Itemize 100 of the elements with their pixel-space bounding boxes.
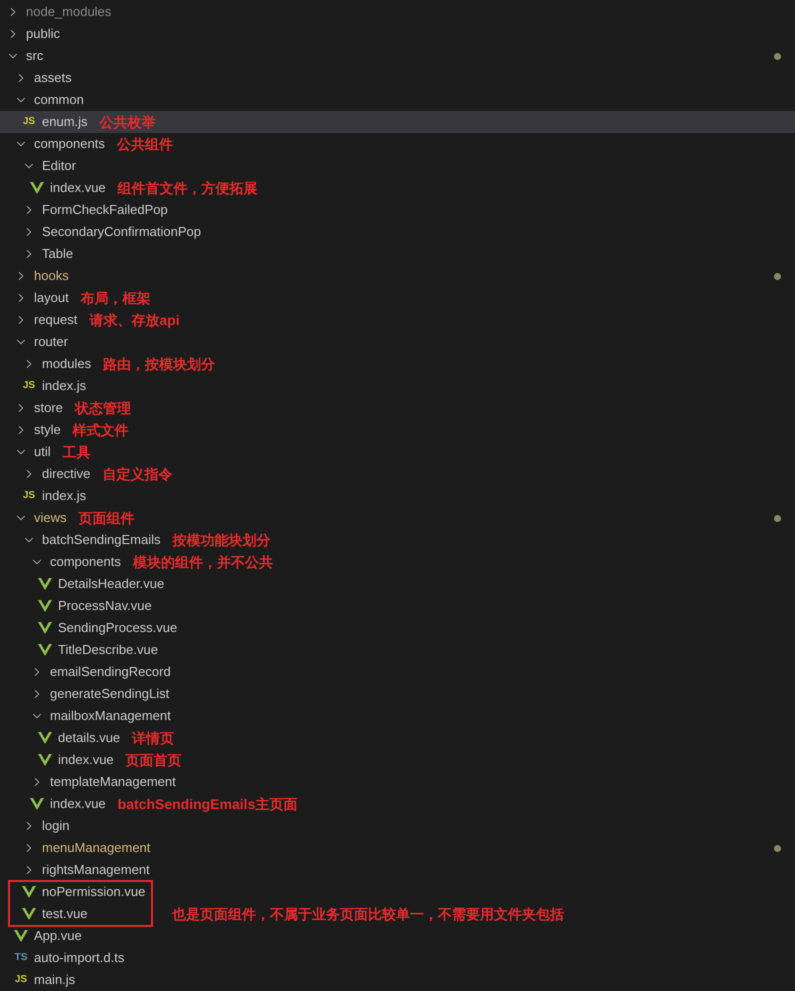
tree-row[interactable]: Editor	[0, 155, 795, 177]
tree-row[interactable]: src	[0, 45, 795, 67]
tree-row[interactable]: assets	[0, 67, 795, 89]
tree-row[interactable]: Table	[0, 243, 795, 265]
tree-row[interactable]: emailSendingRecord	[0, 661, 795, 683]
tree-row[interactable]: request 请求、存放api	[0, 309, 795, 331]
tree-row[interactable]: index.vue 页面首页	[0, 749, 795, 771]
tree-row[interactable]: generateSendingList	[0, 683, 795, 705]
file-name: index.vue	[50, 795, 106, 814]
file-name: test.vue	[42, 905, 89, 924]
folder-name: emailSendingRecord	[50, 663, 171, 682]
folder-name: router	[34, 333, 68, 352]
annotation-text: 也是页面组件，不属于业务页面比较单一，不需要用文件夹包括	[172, 904, 564, 924]
js-icon: JS	[22, 381, 36, 391]
tree-row[interactable]: style 样式文件	[0, 419, 795, 441]
folder-name: mailboxManagement	[50, 707, 171, 726]
file-name: index.js	[42, 487, 86, 506]
folder-name: node_modules	[26, 3, 112, 22]
file-name: ProcessNav.vue	[58, 597, 152, 616]
file-name: details.vue	[58, 729, 120, 748]
folder-name: public	[26, 25, 60, 44]
file-name: main.js	[34, 971, 76, 990]
vue-icon	[22, 886, 36, 898]
folder-name: generateSendingList	[50, 685, 170, 704]
tree-row[interactable]: JS index.js	[0, 485, 795, 507]
annotation-text: 按模功能块划分	[172, 530, 271, 550]
folder-name: Editor	[42, 157, 76, 176]
tree-row[interactable]: JS main.js	[0, 969, 795, 991]
file-name: noPermission.vue	[42, 883, 146, 902]
folder-name: layout	[34, 289, 69, 308]
tree-row[interactable]: router	[0, 331, 795, 353]
tree-row[interactable]: SendingProcess.vue	[0, 617, 795, 639]
folder-name: menuManagement	[42, 839, 150, 858]
tree-row[interactable]: JS index.js	[0, 375, 795, 397]
vue-icon	[38, 600, 52, 612]
tree-row[interactable]: public	[0, 23, 795, 45]
tree-row[interactable]: FormCheckFailedPop	[0, 199, 795, 221]
annotation-text: 公共枚举	[100, 112, 156, 132]
vue-icon	[38, 732, 52, 744]
tree-row[interactable]: menuManagement	[0, 837, 795, 859]
tree-row[interactable]: views 页面组件	[0, 507, 795, 529]
annotation-text: 组件首文件，方便拓展	[118, 178, 258, 198]
tree-row[interactable]: directive 自定义指令	[0, 463, 795, 485]
tree-row[interactable]: layout 布局，框架	[0, 287, 795, 309]
tree-row[interactable]: TS auto-import.d.ts	[0, 947, 795, 969]
tree-row[interactable]: components 公共组件	[0, 133, 795, 155]
file-name: enum.js	[42, 113, 88, 132]
tree-row[interactable]: modules 路由，按模块划分	[0, 353, 795, 375]
tree-row[interactable]: DetailsHeader.vue	[0, 573, 795, 595]
tree-row[interactable]: JS enum.js 公共枚举	[0, 111, 795, 133]
folder-name: store	[34, 399, 63, 418]
folder-name: assets	[34, 69, 72, 88]
tree-row[interactable]: noPermission.vue	[0, 881, 795, 903]
tree-row[interactable]: App.vue	[0, 925, 795, 947]
tree-row[interactable]: details.vue 详情页	[0, 727, 795, 749]
tree-row[interactable]: node_modules	[0, 1, 795, 23]
file-name: index.vue	[50, 179, 106, 198]
tree-row[interactable]: rightsManagement	[0, 859, 795, 881]
folder-name: views	[34, 509, 67, 528]
tree-row[interactable]: TitleDescribe.vue	[0, 639, 795, 661]
folder-name: batchSendingEmails	[42, 531, 161, 550]
tree-row[interactable]: util 工具	[0, 441, 795, 463]
vue-icon	[22, 908, 36, 920]
tree-row[interactable]: ProcessNav.vue	[0, 595, 795, 617]
file-name: auto-import.d.ts	[34, 949, 124, 968]
file-name: App.vue	[34, 927, 82, 946]
tree-row[interactable]: test.vue 也是页面组件，不属于业务页面比较单一，不需要用文件夹包括	[0, 903, 795, 925]
vue-icon	[38, 644, 52, 656]
folder-name: components	[50, 553, 121, 572]
folder-name: FormCheckFailedPop	[42, 201, 168, 220]
vue-icon	[38, 622, 52, 634]
folder-name: components	[34, 135, 105, 154]
file-name: TitleDescribe.vue	[58, 641, 158, 660]
folder-name: util	[34, 443, 51, 462]
tree-row[interactable]: templateManagement	[0, 771, 795, 793]
tree-row[interactable]: SecondaryConfirmationPop	[0, 221, 795, 243]
folder-name: templateManagement	[50, 773, 176, 792]
file-name: SendingProcess.vue	[58, 619, 178, 638]
tree-row[interactable]: login	[0, 815, 795, 837]
tree-row[interactable]: common	[0, 89, 795, 111]
ts-icon: TS	[14, 953, 28, 963]
file-name: index.vue	[58, 751, 114, 770]
vue-icon	[38, 754, 52, 766]
annotation-text: 布局，框架	[80, 288, 151, 308]
js-icon: JS	[22, 117, 36, 127]
tree-row[interactable]: hooks	[0, 265, 795, 287]
vue-icon	[38, 578, 52, 590]
tree-row[interactable]: mailboxManagement	[0, 705, 795, 727]
file-name: DetailsHeader.vue	[58, 575, 164, 594]
annotation-text: 路由，按模块划分	[103, 354, 216, 374]
vue-icon	[14, 930, 28, 942]
tree-row[interactable]: store 状态管理	[0, 397, 795, 419]
tree-row[interactable]: components 模块的组件，并不公共	[0, 551, 795, 573]
annotation-text: 样式文件	[72, 420, 129, 440]
tree-row[interactable]: index.vue 组件首文件，方便拓展	[0, 177, 795, 199]
tree-row[interactable]: index.vue batchSendingEmails主页面	[0, 793, 795, 815]
annotation-text: 模块的组件，并不公共	[132, 552, 273, 572]
tree-row[interactable]: batchSendingEmails 按模功能块划分	[0, 529, 795, 551]
annotation-text: 公共组件	[116, 134, 173, 154]
annotation-text: 工具	[62, 442, 91, 462]
